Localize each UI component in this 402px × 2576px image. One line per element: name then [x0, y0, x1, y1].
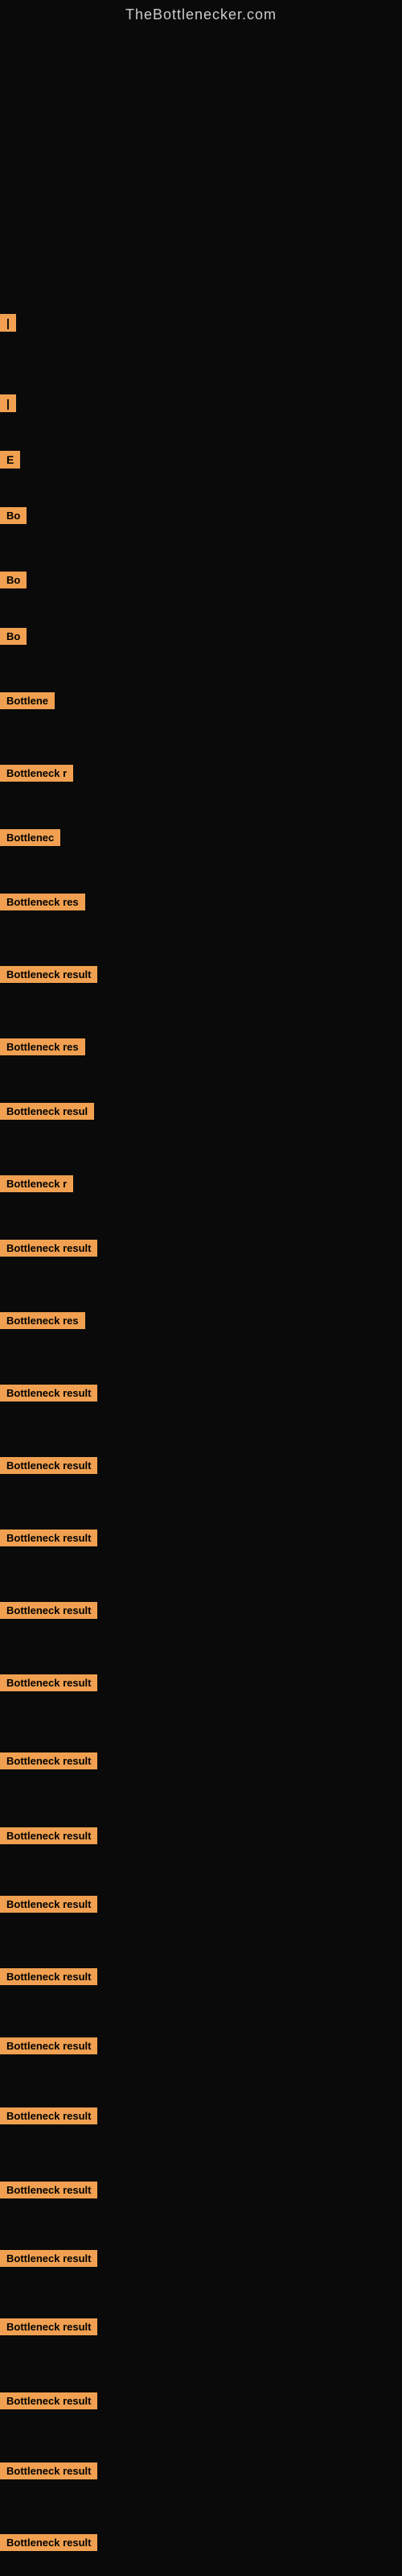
- bottleneck-label-row: Bottleneck result: [0, 1827, 97, 1848]
- bottleneck-label-row: Bottlene: [0, 692, 55, 713]
- bottleneck-label: Bottleneck result: [0, 1968, 97, 1985]
- bottleneck-label: Bottleneck result: [0, 1827, 97, 1844]
- bottleneck-label: Bottleneck result: [0, 2534, 97, 2551]
- bottleneck-label-row: Bottleneck result: [0, 1674, 97, 1695]
- bottleneck-label-row: Bottleneck result: [0, 1896, 97, 1917]
- bottleneck-label-row: Bottleneck result: [0, 1752, 97, 1773]
- bottleneck-label-row: |: [0, 394, 16, 416]
- bottleneck-label: Bottlene: [0, 692, 55, 709]
- bottleneck-label-row: Bottleneck result: [0, 1240, 97, 1261]
- bottleneck-label: Bo: [0, 572, 27, 588]
- bottleneck-label: |: [0, 314, 16, 332]
- bottleneck-label-row: Bottleneck r: [0, 765, 73, 786]
- bottleneck-label: Bottleneck result: [0, 2182, 97, 2198]
- bottleneck-label: Bottleneck res: [0, 1312, 85, 1329]
- bottleneck-label-row: Bottleneck result: [0, 1385, 97, 1406]
- bottleneck-label: Bottleneck resul: [0, 1103, 94, 1120]
- bottleneck-label: Bo: [0, 507, 27, 524]
- bottleneck-label-row: Bottleneck result: [0, 2250, 97, 2271]
- bottleneck-label-row: Bo: [0, 628, 27, 649]
- bottleneck-label: Bottleneck result: [0, 966, 97, 983]
- bottleneck-label: Bottlenec: [0, 829, 60, 846]
- bottleneck-label-row: Bottleneck r: [0, 1175, 73, 1196]
- bottleneck-label: Bottleneck res: [0, 1038, 85, 1055]
- bottleneck-label: Bottleneck result: [0, 2107, 97, 2124]
- bottleneck-label-row: Bottleneck res: [0, 1038, 85, 1059]
- bottleneck-label-row: Bottleneck result: [0, 1602, 97, 1623]
- bottleneck-label-row: Bottleneck resul: [0, 1103, 94, 1124]
- bottleneck-label-row: Bottleneck res: [0, 894, 85, 914]
- bottleneck-label: Bo: [0, 628, 27, 645]
- bottleneck-label-row: E: [0, 451, 20, 473]
- bottleneck-label: Bottleneck result: [0, 1385, 97, 1402]
- bottleneck-label: Bottleneck result: [0, 1457, 97, 1474]
- bottleneck-label: Bottleneck result: [0, 1240, 97, 1257]
- bottleneck-label: E: [0, 451, 20, 469]
- bottleneck-label: Bottleneck result: [0, 1602, 97, 1619]
- bottleneck-label: Bottleneck result: [0, 2250, 97, 2267]
- bottleneck-label: Bottleneck result: [0, 2037, 97, 2054]
- bottleneck-label: Bottleneck result: [0, 2392, 97, 2409]
- bottleneck-label-row: Bottleneck result: [0, 966, 97, 987]
- bottleneck-label: Bottleneck result: [0, 2462, 97, 2479]
- bottleneck-label-row: Bottlenec: [0, 829, 60, 850]
- bottleneck-label: Bottleneck result: [0, 1896, 97, 1913]
- bottleneck-label-row: Bo: [0, 507, 27, 528]
- bottleneck-label: |: [0, 394, 16, 412]
- bottleneck-label-row: Bottleneck result: [0, 1530, 97, 1550]
- bottleneck-label-row: Bottleneck result: [0, 1968, 97, 1989]
- bottleneck-label: Bottleneck r: [0, 765, 73, 782]
- bottleneck-label: Bottleneck result: [0, 1530, 97, 1546]
- bottleneck-label-row: Bottleneck result: [0, 2318, 97, 2339]
- bottleneck-label-row: Bottleneck result: [0, 2037, 97, 2058]
- bottleneck-label: Bottleneck res: [0, 894, 85, 910]
- bottleneck-label: Bottleneck result: [0, 1674, 97, 1691]
- bottleneck-label-row: Bottleneck res: [0, 1312, 85, 1333]
- bottleneck-label-row: Bottleneck result: [0, 2107, 97, 2128]
- bottleneck-label-row: Bottleneck result: [0, 2392, 97, 2413]
- bottleneck-label-row: Bo: [0, 572, 27, 592]
- site-title: TheBottlenecker.com: [0, 0, 402, 23]
- bottleneck-label-row: Bottleneck result: [0, 2534, 97, 2555]
- bottleneck-label: Bottleneck result: [0, 1752, 97, 1769]
- bottleneck-label: Bottleneck r: [0, 1175, 73, 1192]
- bottleneck-label: Bottleneck result: [0, 2318, 97, 2335]
- bottleneck-label-row: |: [0, 314, 16, 336]
- bottleneck-label-row: Bottleneck result: [0, 2462, 97, 2483]
- bottleneck-label-row: Bottleneck result: [0, 1457, 97, 1478]
- bottleneck-label-row: Bottleneck result: [0, 2182, 97, 2202]
